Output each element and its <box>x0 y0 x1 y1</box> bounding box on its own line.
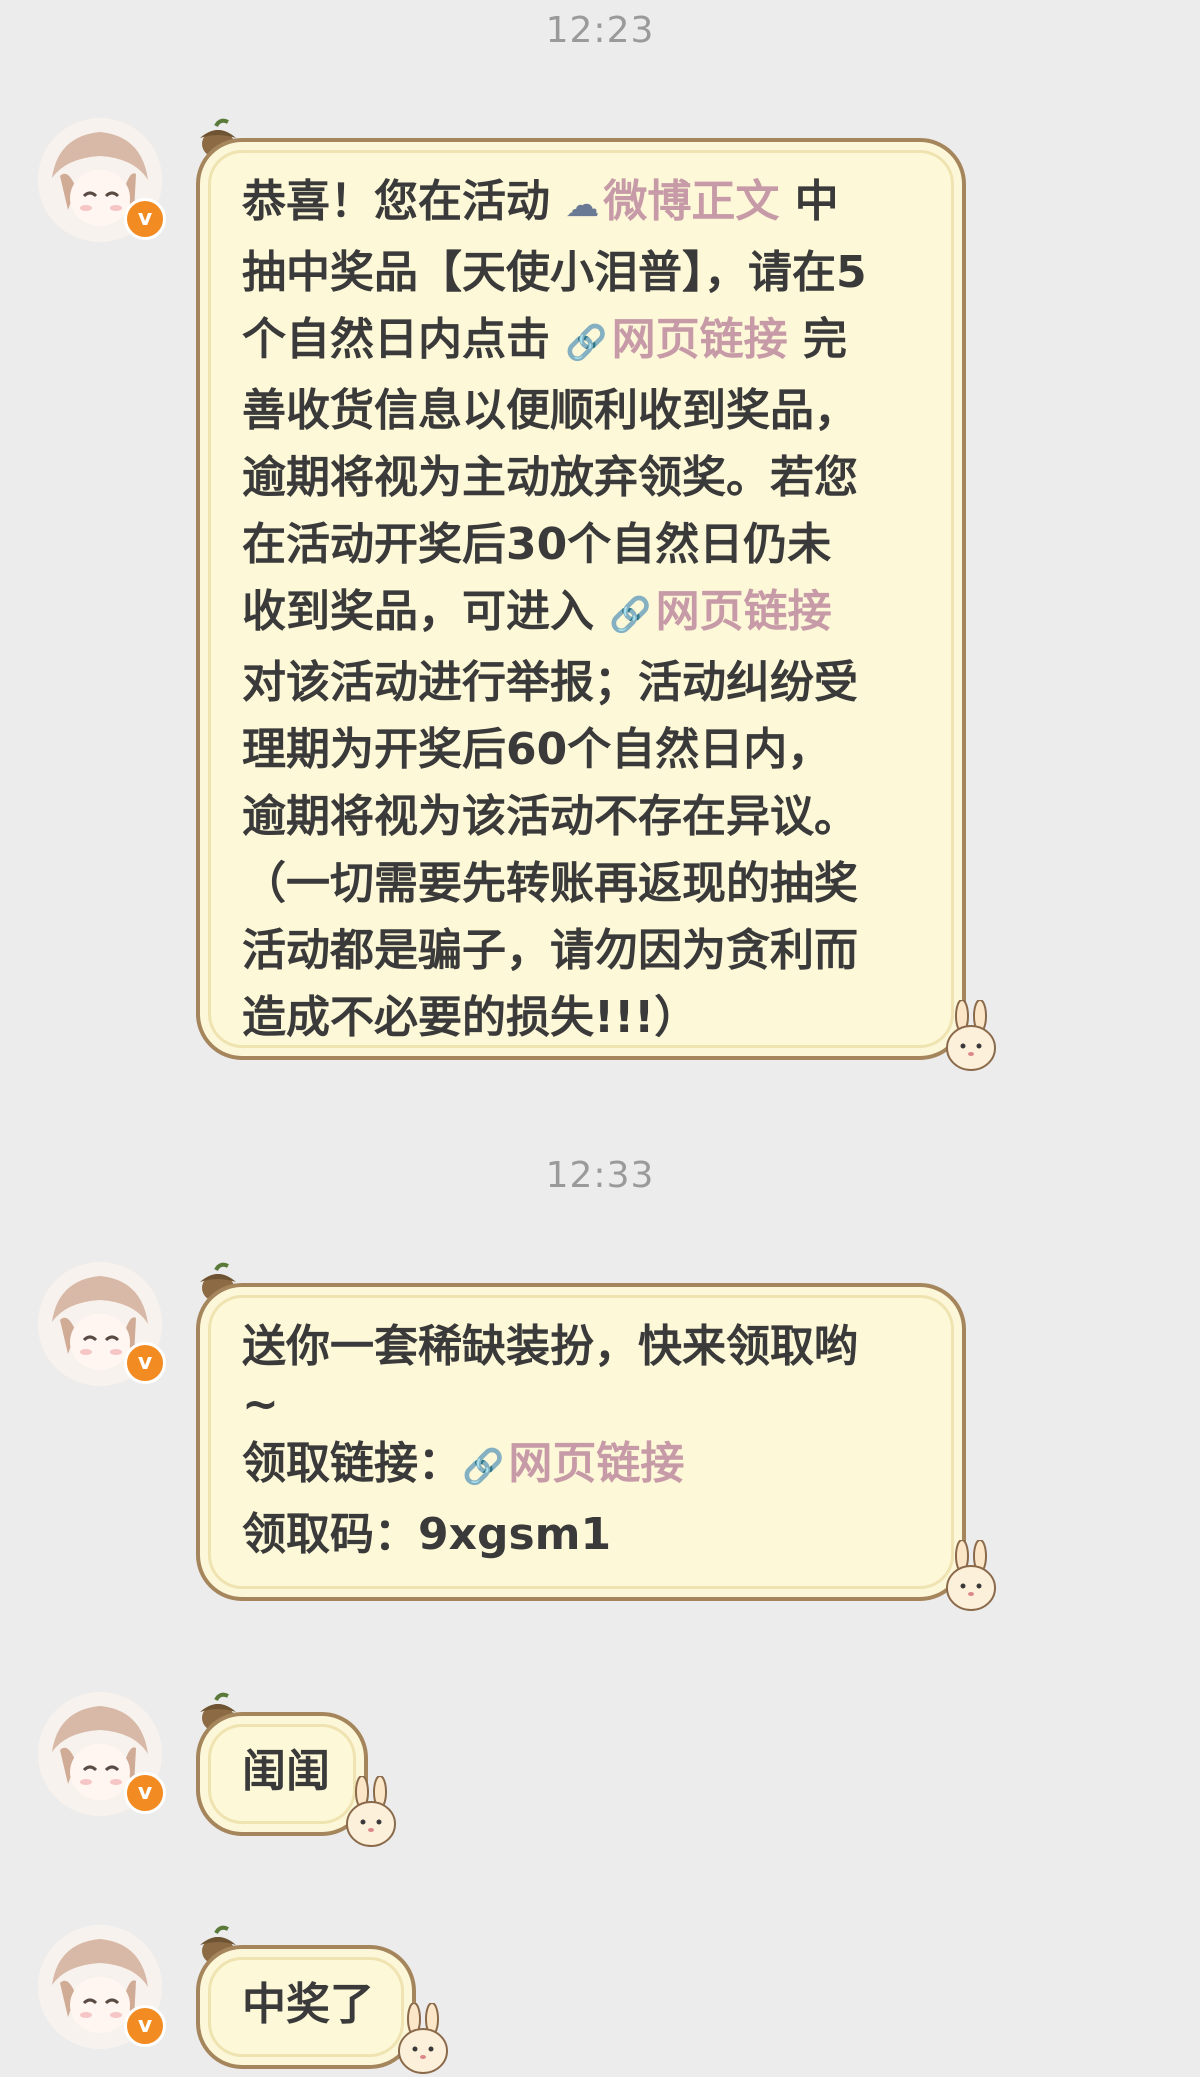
verified-badge-icon: v <box>124 1772 166 1814</box>
message-line: ~ <box>242 1379 279 1430</box>
verified-badge-icon: v <box>124 2005 166 2047</box>
bunny-icon <box>946 1540 996 1611</box>
message-line: （一切需要先转账再返现的抽奖 <box>242 858 858 909</box>
message-line: 恭喜！您在活动 ☁微博正文 中 <box>242 176 839 227</box>
message-line: 理期为开奖后60个自然日内， <box>242 724 832 775</box>
web-link[interactable]: 网页链接 <box>508 1438 684 1489</box>
message-line: 送你一套稀缺装扮，快来领取哟 <box>242 1321 858 1372</box>
message-line: 在活动开奖后30个自然日仍未 <box>242 519 832 570</box>
timestamp: 12:33 <box>545 1155 655 1196</box>
message-line: 对该活动进行举报；活动纠纷受 <box>242 657 858 708</box>
message-line: 逾期将视为该活动不存在异议。 <box>242 791 858 842</box>
weibo-post-link[interactable]: 微博正文 <box>603 176 779 227</box>
sender-avatar[interactable]: v <box>38 1692 166 1816</box>
cloud-icon: ☁ <box>565 185 600 225</box>
bunny-icon <box>346 1776 396 1847</box>
bunny-icon <box>398 2003 448 2074</box>
message-line: 领取码：9xgsm1 <box>242 1509 612 1560</box>
link-chain-icon: 🔗 <box>609 595 652 635</box>
link-chain-icon: 🔗 <box>565 323 608 363</box>
message-line: 活动都是骗子，请勿因为贪利而 <box>242 925 858 976</box>
sender-avatar[interactable]: v <box>38 118 166 242</box>
verified-badge-icon: v <box>124 198 166 240</box>
web-link[interactable]: 网页链接 <box>656 586 832 637</box>
message-bubble[interactable]: 中奖了 <box>196 1945 416 2069</box>
message-line: 个自然日内点击 🔗网页链接 完 <box>242 314 847 365</box>
message-line: 善收货信息以便顺利收到奖品， <box>242 385 858 436</box>
web-link[interactable]: 网页链接 <box>612 314 788 365</box>
message-line: 中奖了 <box>242 1979 374 2030</box>
sender-avatar[interactable]: v <box>38 1925 166 2049</box>
bunny-icon <box>946 1000 996 1071</box>
message-line: 领取链接：🔗网页链接 <box>242 1438 685 1489</box>
message-bubble[interactable]: 恭喜！您在活动 ☁微博正文 中 抽中奖品【天使小泪普】，请在5 个自然日内点击 … <box>196 138 966 1060</box>
timestamp: 12:23 <box>545 10 655 51</box>
sender-avatar[interactable]: v <box>38 1262 166 1386</box>
message-line: 造成不必要的损失!!!） <box>242 992 699 1043</box>
verified-badge-icon: v <box>124 1342 166 1384</box>
message-line: 收到奖品，可进入 🔗网页链接 <box>242 586 832 637</box>
link-chain-icon: 🔗 <box>462 1447 505 1487</box>
message-line: 抽中奖品【天使小泪普】，请在5 <box>242 247 867 298</box>
message-bubble[interactable]: 送你一套稀缺装扮，快来领取哟 ~ 领取链接：🔗网页链接 领取码：9xgsm1 <box>196 1283 966 1601</box>
message-line: 逾期将视为主动放弃领奖。若您 <box>242 452 858 503</box>
